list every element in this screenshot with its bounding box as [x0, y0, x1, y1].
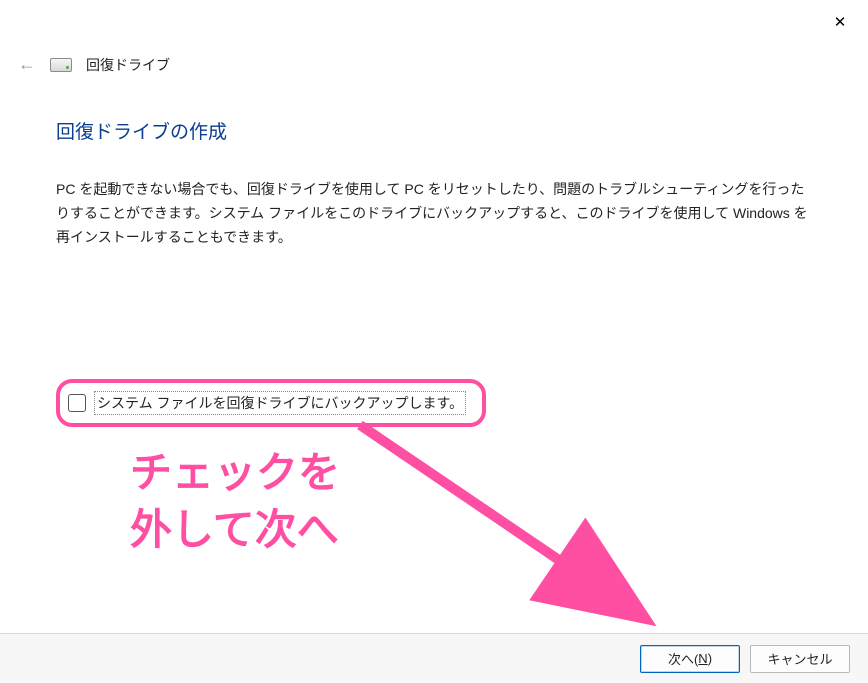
button-bar: 次へ(N) キャンセル: [0, 633, 868, 683]
backup-checkbox[interactable]: [68, 394, 86, 412]
window-title: 回復ドライブ: [86, 55, 170, 75]
annotation-text: チェックを 外して次へ: [130, 445, 340, 558]
wizard-content: 回復ドライブの作成 PC を起動できない場合でも、回復ドライブを使用して PC …: [0, 75, 868, 427]
annotation-arrow: [350, 415, 690, 645]
description-text: PC を起動できない場合でも、回復ドライブを使用して PC をリセットしたり、問…: [56, 178, 812, 249]
next-button[interactable]: 次へ(N): [640, 645, 740, 673]
annotation-line-1: チェックを: [130, 445, 340, 502]
annotation-highlight-box: システム ファイルを回復ドライブにバックアップします。: [56, 379, 486, 427]
wizard-header: ← 回復ドライブ: [0, 40, 868, 75]
cancel-button[interactable]: キャンセル: [750, 645, 850, 673]
titlebar: ✕: [0, 0, 868, 40]
close-icon: ✕: [834, 13, 847, 31]
next-button-label-suffix: ): [708, 651, 712, 666]
back-arrow-icon: ←: [18, 54, 36, 75]
cancel-button-label: キャンセル: [767, 649, 832, 668]
drive-icon: [50, 58, 72, 72]
close-button[interactable]: ✕: [824, 8, 856, 36]
page-heading: 回復ドライブの作成: [56, 117, 812, 144]
backup-checkbox-label[interactable]: システム ファイルを回復ドライブにバックアップします。: [94, 391, 466, 415]
next-button-label-key: N: [698, 651, 707, 666]
annotation-line-2: 外して次へ: [130, 502, 340, 559]
next-button-label-prefix: 次へ(: [668, 649, 698, 668]
